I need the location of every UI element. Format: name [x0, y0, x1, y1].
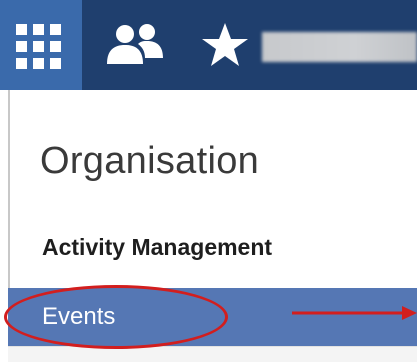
menu-divider — [8, 346, 417, 362]
menu-title: Organisation — [40, 140, 260, 182]
top-navigation-bar — [0, 0, 417, 90]
people-button[interactable] — [104, 22, 168, 68]
screen: Organisation Activity Management Events — [0, 0, 417, 362]
menu-item-label: Events — [42, 303, 116, 330]
section-heading: Activity Management — [42, 234, 273, 260]
star-icon — [202, 23, 248, 66]
app-launcher-button[interactable] — [0, 0, 82, 90]
redacted-nav-item[interactable] — [262, 32, 417, 62]
app-launcher-grid-icon — [16, 24, 61, 69]
menu-item-events[interactable]: Events — [8, 288, 417, 346]
favourites-button[interactable] — [200, 20, 250, 70]
people-icon — [107, 24, 163, 64]
